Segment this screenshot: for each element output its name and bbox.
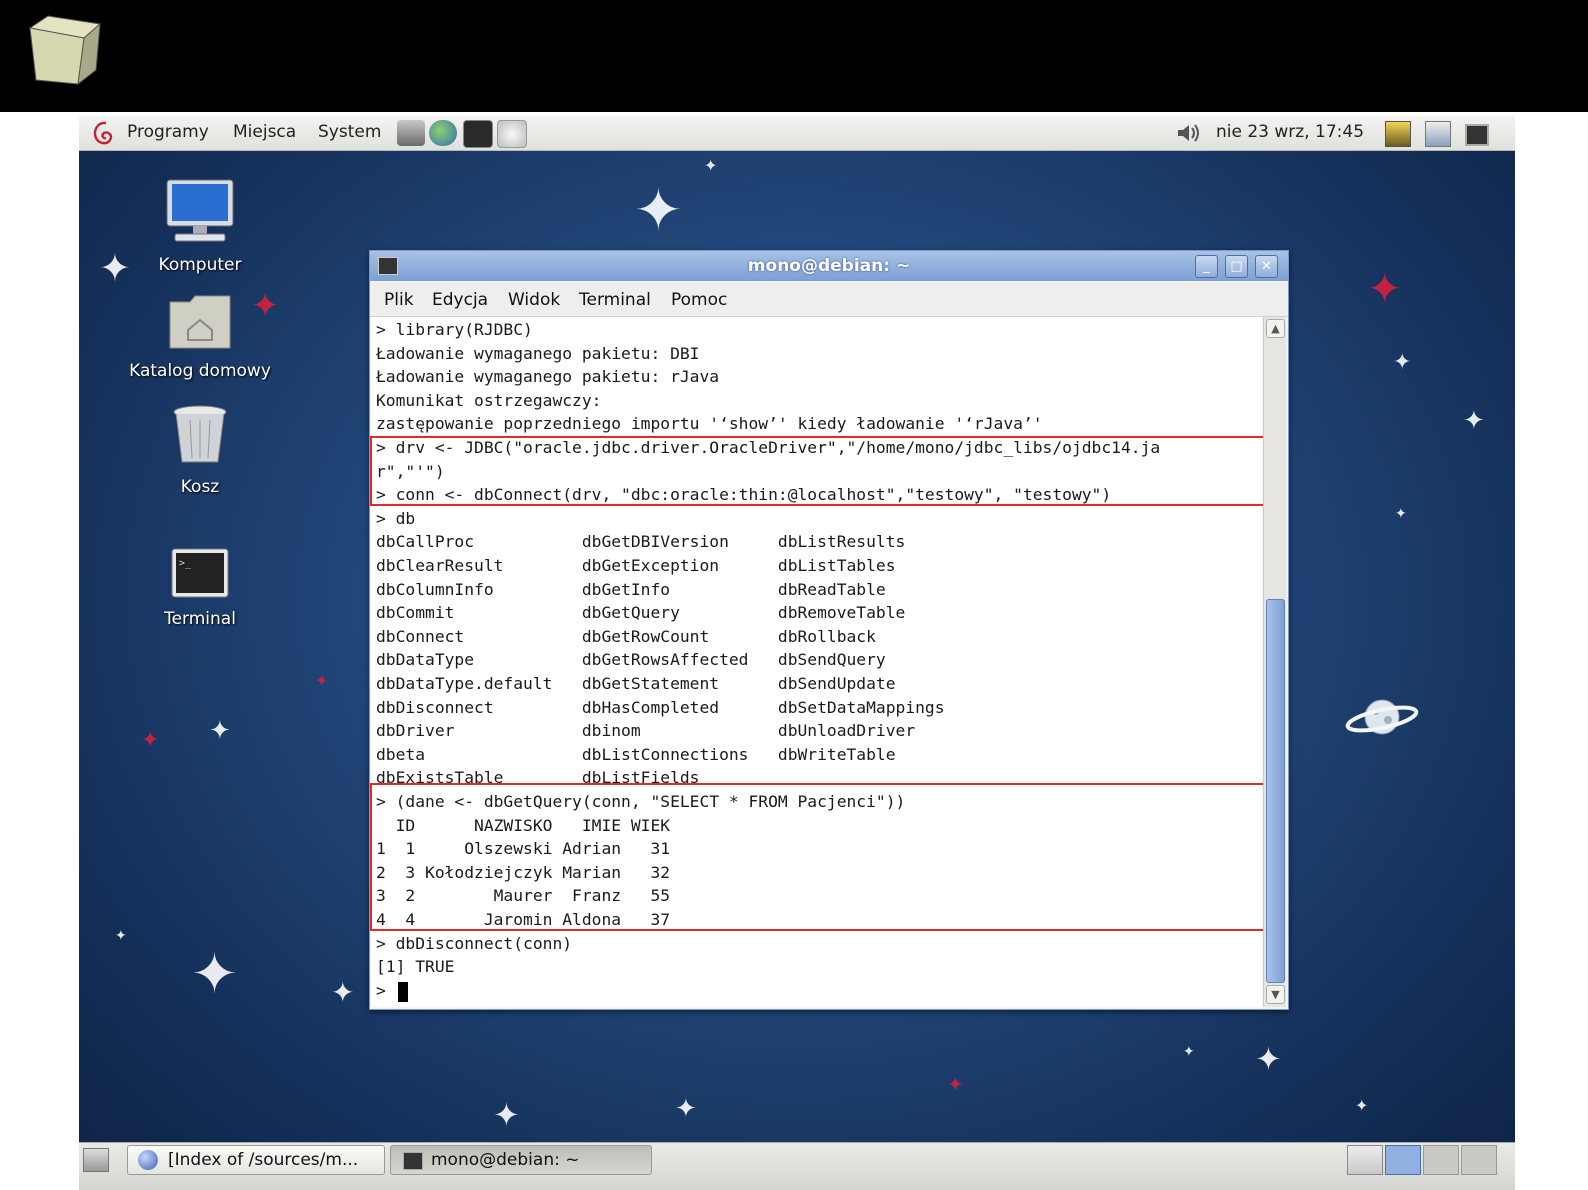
web-browser-launcher-icon[interactable] — [429, 120, 457, 146]
star-decoration: ✦ — [1393, 350, 1412, 375]
terminal-line: dbColumnInfo dbGetInfo dbReadTable — [376, 579, 886, 599]
menu-edit[interactable]: Edycja — [432, 290, 488, 310]
menu-file[interactable]: Plik — [384, 290, 414, 310]
svg-text:>_: >_ — [179, 558, 192, 569]
minimize-button[interactable]: _ — [1195, 255, 1218, 278]
menu-applications[interactable]: Programy — [127, 122, 209, 142]
terminal-line: [1] TRUE — [376, 957, 455, 977]
terminal-line: dbDriver dbinom dbUnloadDriver — [376, 721, 916, 741]
star-decoration: ✦ — [141, 728, 160, 753]
maximize-button[interactable]: □ — [1225, 255, 1248, 278]
workspace-3-icon[interactable] — [1423, 1145, 1459, 1175]
terminal-line: > — [376, 980, 396, 1000]
workspace-2-icon[interactable] — [1385, 1145, 1421, 1175]
close-button[interactable]: ✕ — [1255, 255, 1278, 278]
slide-header — [0, 0, 1588, 112]
desktop-icon-label: Komputer — [158, 255, 242, 275]
volume-icon[interactable] — [1175, 122, 1201, 144]
computer-icon — [166, 179, 234, 242]
terminal-line: dbCallProc dbGetDBIVersion dbListResults — [376, 532, 906, 552]
terminal-line: dbCommit dbGetQuery dbRemoveTable — [376, 603, 906, 623]
top-panel: Programy Miejsca System nie 23 wrz, 17:4… — [79, 116, 1515, 151]
terminal-line: dbClearResult dbGetException dbListTable… — [376, 556, 896, 575]
show-desktop-icon[interactable] — [1465, 124, 1489, 146]
star-decoration: ✦ — [1463, 406, 1485, 436]
desktop-icon-label: Kosz — [180, 477, 220, 497]
window-menubar: Plik Edycja Widok Terminal Pomoc — [370, 282, 1288, 317]
star-decoration: ✦ — [1183, 1044, 1195, 1060]
trash-icon — [173, 405, 227, 463]
highlight-box-query — [370, 783, 1267, 931]
star-decoration: ✦ — [209, 716, 231, 746]
desktop-icon-label: Terminal — [164, 609, 236, 629]
terminal-small-icon — [403, 1152, 423, 1170]
terminal-line: dbeta dbListConnections dbWriteTable — [376, 744, 896, 764]
browser-icon — [138, 1150, 158, 1170]
desktop-icon-trash[interactable]: Kosz — [125, 404, 275, 497]
star-decoration: ✦ — [493, 1096, 520, 1134]
battery-power-icon[interactable] — [1425, 121, 1451, 147]
terminal-line: zastępowanie poprzedniego importu '‘show… — [376, 414, 1043, 434]
scroll-up-arrow-icon[interactable]: ▲ — [1266, 319, 1285, 338]
terminal-line: Ładowanie wymaganego pakietu: DBI — [376, 343, 700, 363]
highlight-box-connection — [370, 436, 1267, 506]
star-decoration: ✦ — [331, 976, 355, 1009]
bottom-panel: [Index of /sources/m... mono@debian: ~ — [79, 1142, 1515, 1190]
terminal-icon: >_ — [171, 548, 229, 598]
star-decoration: ✦ — [191, 942, 238, 1007]
desktop-icon-computer[interactable]: Komputer — [125, 178, 275, 275]
star-decoration: ✦ — [704, 156, 718, 175]
workspace-1-icon[interactable] — [1347, 1145, 1383, 1175]
desktop-icon-terminal[interactable]: >_ Terminal — [125, 548, 275, 629]
home-folder-icon — [169, 295, 231, 349]
scroll-down-arrow-icon[interactable]: ▼ — [1266, 985, 1285, 1004]
workspace-4-icon[interactable] — [1461, 1145, 1497, 1175]
planet-icon — [1345, 699, 1419, 735]
desktop-icon-home[interactable]: Katalog domowy — [125, 292, 275, 381]
menu-view[interactable]: Widok — [508, 290, 560, 310]
show-desktop-button-icon[interactable] — [83, 1148, 109, 1172]
menu-system[interactable]: System — [318, 122, 381, 142]
terminal-line: dbDataType.default dbGetStatement dbSend… — [376, 674, 896, 693]
taskbar-item-label: [Index of /sources/m... — [168, 1150, 359, 1170]
terminal-cursor — [398, 981, 408, 1002]
terminal-window: mono@debian: ~ _ □ ✕ Plik Edycja Widok T… — [369, 250, 1289, 1010]
scrollbar-thumb[interactable] — [1266, 599, 1285, 983]
terminal-line: dbDataType dbGetRowsAffected dbSendQuery — [376, 650, 886, 670]
menu-terminal[interactable]: Terminal — [579, 290, 651, 310]
taskbar-item-label: mono@debian: ~ — [431, 1150, 580, 1170]
star-decoration: ✦ — [634, 176, 683, 244]
star-decoration: ✦ — [115, 928, 127, 944]
terminal-line: > library(RJDBC) — [376, 320, 533, 339]
star-decoration: ✦ — [947, 1072, 964, 1096]
window-titlebar[interactable]: mono@debian: ~ _ □ ✕ — [370, 251, 1288, 281]
debian-logo-icon[interactable] — [91, 119, 117, 147]
menu-help[interactable]: Pomoc — [671, 290, 727, 310]
star-decoration: ✦ — [1367, 264, 1403, 313]
star-decoration: ✦ — [1255, 1040, 1282, 1078]
terminal-line: dbConnect dbGetRowCount dbRollback — [376, 626, 876, 646]
network-monitor-icon[interactable] — [1385, 121, 1411, 147]
star-decoration: ✦ — [1355, 1096, 1369, 1115]
terminal-line: dbDisconnect dbHasCompleted dbSetDataMap… — [376, 697, 945, 717]
mail-launcher-icon[interactable] — [497, 120, 527, 148]
file-manager-launcher-icon[interactable] — [397, 120, 425, 146]
taskbar-item-terminal[interactable]: mono@debian: ~ — [390, 1145, 652, 1175]
star-decoration: ✦ — [675, 1094, 697, 1124]
terminal-line: > db — [376, 508, 416, 528]
terminal-launcher-icon[interactable] — [463, 120, 493, 148]
window-title: mono@debian: ~ — [747, 256, 911, 276]
terminal-line: > dbDisconnect(conn) — [376, 933, 573, 953]
terminal-line: Komunikat ostrzegawczy: — [376, 390, 602, 410]
taskbar-item-browser[interactable]: [Index of /sources/m... — [127, 1145, 385, 1175]
desktop-icon-label: Katalog domowy — [129, 361, 271, 381]
star-decoration: ✦ — [1395, 506, 1407, 522]
clock[interactable]: nie 23 wrz, 17:45 — [1216, 122, 1364, 142]
desktop-screen: ✦ ✦ ✦ ✦ ✦ ✦ ✦ ✦ ✦ ✦ ✦ ✦ ✦ ✦ ✦ ✦ ✦ ✦ ✦ ✦ … — [79, 116, 1515, 1190]
cube-logo-icon — [28, 15, 102, 86]
terminal-scrollbar[interactable]: ▲ ▼ — [1263, 317, 1286, 1007]
terminal-line: Ładowanie wymaganego pakietu: rJava — [376, 367, 720, 387]
menu-places[interactable]: Miejsca — [233, 122, 296, 142]
star-decoration: ✦ — [315, 671, 329, 690]
